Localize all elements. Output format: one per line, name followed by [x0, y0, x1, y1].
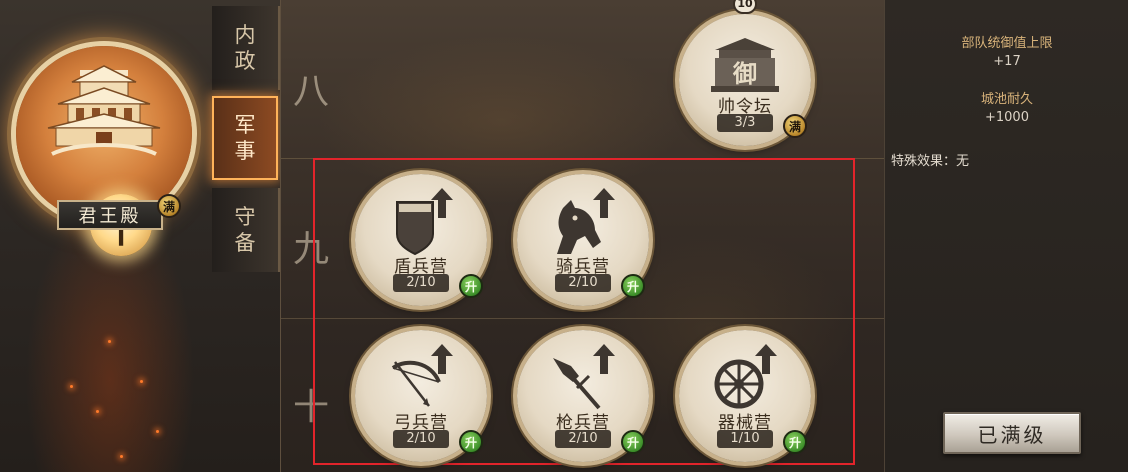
stat-value-city-durability: +1000	[985, 110, 1029, 125]
special-effect-text: 特殊效果：无	[891, 154, 970, 169]
tab-military[interactable]: 军 事	[212, 96, 278, 180]
upgrade-arrow-icon	[431, 344, 453, 374]
ember-particle	[108, 340, 111, 343]
tab-label-char: 备	[234, 231, 256, 255]
info-panel: 部队统御值上限 +17 城池耐久 +1000 特殊效果：无 已满级	[884, 0, 1128, 472]
tab-internal-affairs[interactable]: 内 政	[212, 6, 280, 90]
requirement-badge: 10	[733, 0, 757, 14]
svg-text:御: 御	[732, 59, 757, 88]
upgrade-badge[interactable]: 升	[783, 430, 807, 454]
upgrade-badge[interactable]: 升	[459, 430, 483, 454]
upgrade-badge[interactable]: 升	[459, 274, 483, 298]
game-screen: 十 君王殿 满 内 政 军 事 守 备 八 九 十	[0, 0, 1128, 472]
tab-label-char: 内	[234, 23, 256, 47]
max-level-button[interactable]: 已满级	[943, 412, 1081, 454]
palace-panel: 十 君王殿 满 内 政 军 事 守 备	[0, 0, 280, 472]
ember-particle	[70, 385, 73, 388]
marshal-altar-node[interactable]: 御 帅令坛 3/3 满	[679, 14, 811, 146]
upgrade-arrow-icon	[593, 188, 615, 218]
ember-particle	[140, 380, 143, 383]
ember-particle	[120, 455, 123, 458]
tab-label-char: 事	[234, 139, 256, 163]
building-level: 1/10	[717, 430, 773, 448]
max-level-badge: 满	[783, 114, 807, 138]
upgrade-badge[interactable]: 升	[621, 430, 645, 454]
building-level: 2/10	[555, 430, 611, 448]
stat-value-command-cap: +17	[993, 54, 1021, 69]
stat-label-city-durability: 城池耐久	[980, 92, 1033, 107]
spear-camp-node[interactable]: 枪兵营 2/10 升	[517, 330, 649, 462]
building-level: 3/3	[717, 114, 773, 132]
upgrade-badge[interactable]: 升	[621, 274, 645, 298]
building-tree: 八 九 十 御 帅令坛 3/3 满 10 盾兵营 2/10 升 骑兵营 2/10…	[280, 0, 885, 472]
cavalry-camp-node[interactable]: 骑兵营 2/10 升	[517, 174, 649, 306]
stat-label-command-cap: 部队统御值上限	[961, 36, 1053, 51]
tab-label-char: 政	[234, 49, 256, 73]
palace-name-plaque: 君王殿	[57, 200, 163, 230]
upgrade-arrow-icon	[755, 344, 777, 374]
building-level: 2/10	[393, 430, 449, 448]
ember-particle	[156, 430, 159, 433]
upgrade-arrow-icon	[431, 188, 453, 218]
archer-camp-node[interactable]: 弓兵营 2/10 升	[355, 330, 487, 462]
altar-gate-icon: 御	[711, 38, 779, 92]
tab-defense[interactable]: 守 备	[212, 188, 280, 272]
ember-particle	[96, 410, 99, 413]
tier-label-8: 八	[292, 71, 329, 112]
tab-label-char: 守	[234, 205, 256, 229]
palace-max-badge: 满	[157, 194, 181, 218]
shield-camp-node[interactable]: 盾兵营 2/10 升	[355, 174, 487, 306]
siege-workshop-node[interactable]: 器械营 1/10 升	[679, 330, 811, 462]
upgrade-arrow-icon	[593, 344, 615, 374]
tab-label-char: 军	[234, 113, 256, 137]
building-level: 2/10	[555, 274, 611, 292]
building-level: 2/10	[393, 274, 449, 292]
palace-building-icon	[47, 65, 161, 156]
